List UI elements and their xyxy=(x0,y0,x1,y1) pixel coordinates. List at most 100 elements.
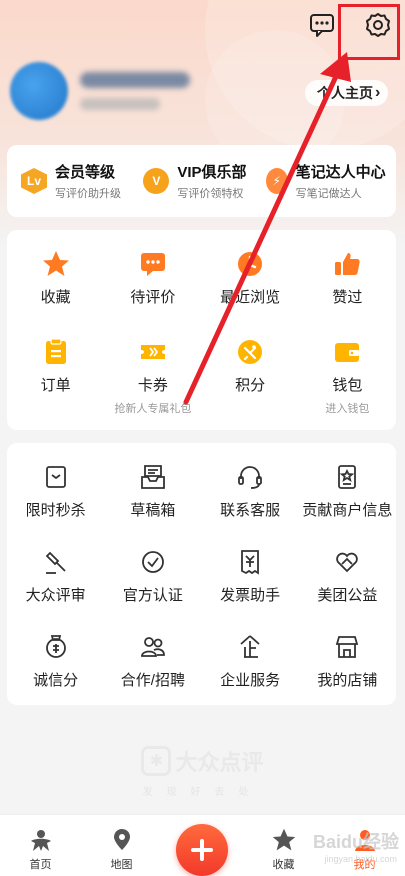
order-icon xyxy=(41,334,71,370)
service-official-verify[interactable]: 官方认证 xyxy=(104,544,201,629)
shortcut-orders[interactable]: 订单 xyxy=(7,334,104,422)
level-subtitle: 写评价领特权 xyxy=(177,188,244,200)
service-label: 贡献商户信息 xyxy=(302,502,393,519)
shortcut-label: 最近浏览 xyxy=(220,289,281,306)
service-my-shop[interactable]: 我的店铺 xyxy=(299,629,396,714)
tab-map[interactable]: 地图 xyxy=(81,815,162,876)
invoice-icon xyxy=(236,544,264,580)
shortcut-subtitle: 抢新人专属礼包 xyxy=(114,403,192,415)
thumbs-up-icon xyxy=(332,246,362,282)
tab-label: 首页 xyxy=(29,859,52,871)
brand-name: 大众点评 xyxy=(175,750,264,775)
charity-icon xyxy=(333,544,361,580)
service-label: 发票助手 xyxy=(220,587,281,604)
service-label: 美团公益 xyxy=(317,587,378,604)
service-contribute-info[interactable]: 贡献商户信息 xyxy=(299,459,396,544)
dianping-logo-icon: ✱ xyxy=(141,746,172,776)
shortcut-label: 订单 xyxy=(40,377,71,394)
service-label: 大众评审 xyxy=(25,587,86,604)
shortcut-label: 卡券 xyxy=(137,377,168,394)
level-subtitle: 写笔记做达人 xyxy=(295,188,362,200)
service-label: 我的店铺 xyxy=(317,672,378,689)
people-icon xyxy=(139,629,167,665)
service-customer-support[interactable]: 联系客服 xyxy=(202,459,299,544)
brand-slogan: 发现好去处 xyxy=(142,787,263,798)
shop-icon xyxy=(333,629,361,665)
services-card: 限时秒杀 草稿箱 联系客服 贡献商户信息 大众评审 官方认证 发票助手 美团公益… xyxy=(7,443,396,705)
service-credit-score[interactable]: 诚信分 xyxy=(7,629,104,714)
contribute-icon xyxy=(333,459,361,495)
star-icon xyxy=(41,246,71,282)
service-label: 诚信分 xyxy=(33,672,79,689)
shortcut-label: 赞过 xyxy=(332,289,363,306)
shortcut-wallet[interactable]: 钱包 进入钱包 xyxy=(299,334,396,422)
shortcuts-card: 收藏 待评价 最近浏览 赞过 订单 卡券 抢新人专属礼包 积分 钱包 进入钱包 xyxy=(7,230,396,430)
service-enterprise[interactable]: 企业服务 xyxy=(202,629,299,714)
shortcut-label: 钱包 xyxy=(332,377,363,394)
lv-badge-icon: Lv xyxy=(21,168,47,194)
plus-icon xyxy=(191,839,213,861)
shortcut-favorites[interactable]: 收藏 xyxy=(7,246,104,334)
member-level-item[interactable]: Lv 会员等级 写评价助升级 xyxy=(21,161,143,201)
brand-watermark: ✱ 大众点评 发现好去处 xyxy=(0,745,405,798)
personal-homepage-button[interactable]: 个人主页 › xyxy=(305,80,389,106)
service-invoice[interactable]: 发票助手 xyxy=(202,544,299,629)
service-label: 草稿箱 xyxy=(130,502,176,519)
service-public-review[interactable]: 大众评审 xyxy=(7,544,104,629)
level-title: VIP俱乐部 xyxy=(177,164,247,181)
enterprise-icon xyxy=(236,629,264,665)
overlay-watermark-text: Baidu经验 xyxy=(312,832,399,852)
drafts-icon xyxy=(139,459,167,495)
username-blurred xyxy=(80,72,190,88)
star-icon xyxy=(272,828,295,851)
level-subtitle: 写评价助升级 xyxy=(55,188,121,200)
wallet-icon xyxy=(332,334,362,370)
headset-icon xyxy=(236,459,264,495)
level-title: 笔记达人中心 xyxy=(295,164,386,181)
service-flash-sale[interactable]: 限时秒杀 xyxy=(7,459,104,544)
user-info-blurred xyxy=(80,98,160,110)
lightning-badge-icon: ⚡ xyxy=(265,168,288,194)
message-icon[interactable] xyxy=(305,8,339,42)
shortcut-recent[interactable]: 最近浏览 xyxy=(202,246,299,334)
tab-label: 收藏 xyxy=(272,859,295,871)
overlay-watermark-sub: jingyan.baidu.com xyxy=(324,854,397,864)
avatar[interactable] xyxy=(10,62,68,120)
verified-icon xyxy=(139,544,167,580)
credit-icon xyxy=(42,629,70,665)
shortcut-to-review[interactable]: 待评价 xyxy=(104,246,201,334)
tab-favorites[interactable]: 收藏 xyxy=(243,815,324,876)
comment-icon xyxy=(138,246,168,282)
membership-card: Lv 会员等级 写评价助升级 V VIP俱乐部 写评价领特权 ⚡ 笔记达人中心 … xyxy=(7,145,396,217)
ticket-icon xyxy=(138,334,168,370)
notes-expert-item[interactable]: ⚡ 笔记达人中心 写笔记做达人 xyxy=(265,161,388,201)
home-icon xyxy=(30,830,51,851)
shortcut-subtitle: 进入钱包 xyxy=(325,403,370,415)
points-icon xyxy=(235,334,265,370)
shortcut-coupons[interactable]: 卡券 抢新人专属礼包 xyxy=(104,334,201,422)
map-icon xyxy=(113,829,130,850)
shortcut-points[interactable]: 积分 xyxy=(202,334,299,422)
chevron-right-icon: › xyxy=(375,84,381,101)
tab-home[interactable]: 首页 xyxy=(0,815,81,876)
shortcut-label: 待评价 xyxy=(130,289,176,306)
service-label: 联系客服 xyxy=(220,502,281,519)
settings-highlight-box xyxy=(338,4,400,60)
shortcut-label: 积分 xyxy=(235,377,266,394)
service-cooperation-jobs[interactable]: 合作/招聘 xyxy=(104,629,201,714)
service-charity[interactable]: 美团公益 xyxy=(299,544,396,629)
homepage-label: 个人主页 xyxy=(317,85,373,101)
vip-club-item[interactable]: V VIP俱乐部 写评价领特权 xyxy=(143,161,265,201)
service-label: 官方认证 xyxy=(122,587,183,604)
service-label: 合作/招聘 xyxy=(120,672,185,689)
gavel-icon xyxy=(42,544,70,580)
user-profile[interactable] xyxy=(10,62,190,120)
flash-sale-icon xyxy=(42,459,70,495)
vip-badge-icon: V xyxy=(143,168,170,194)
level-title: 会员等级 xyxy=(55,164,116,181)
publish-plus-button[interactable] xyxy=(176,824,228,876)
shortcut-liked[interactable]: 赞过 xyxy=(299,246,396,334)
service-label: 限时秒杀 xyxy=(25,502,86,519)
clock-icon xyxy=(235,246,265,282)
service-drafts[interactable]: 草稿箱 xyxy=(104,459,201,544)
